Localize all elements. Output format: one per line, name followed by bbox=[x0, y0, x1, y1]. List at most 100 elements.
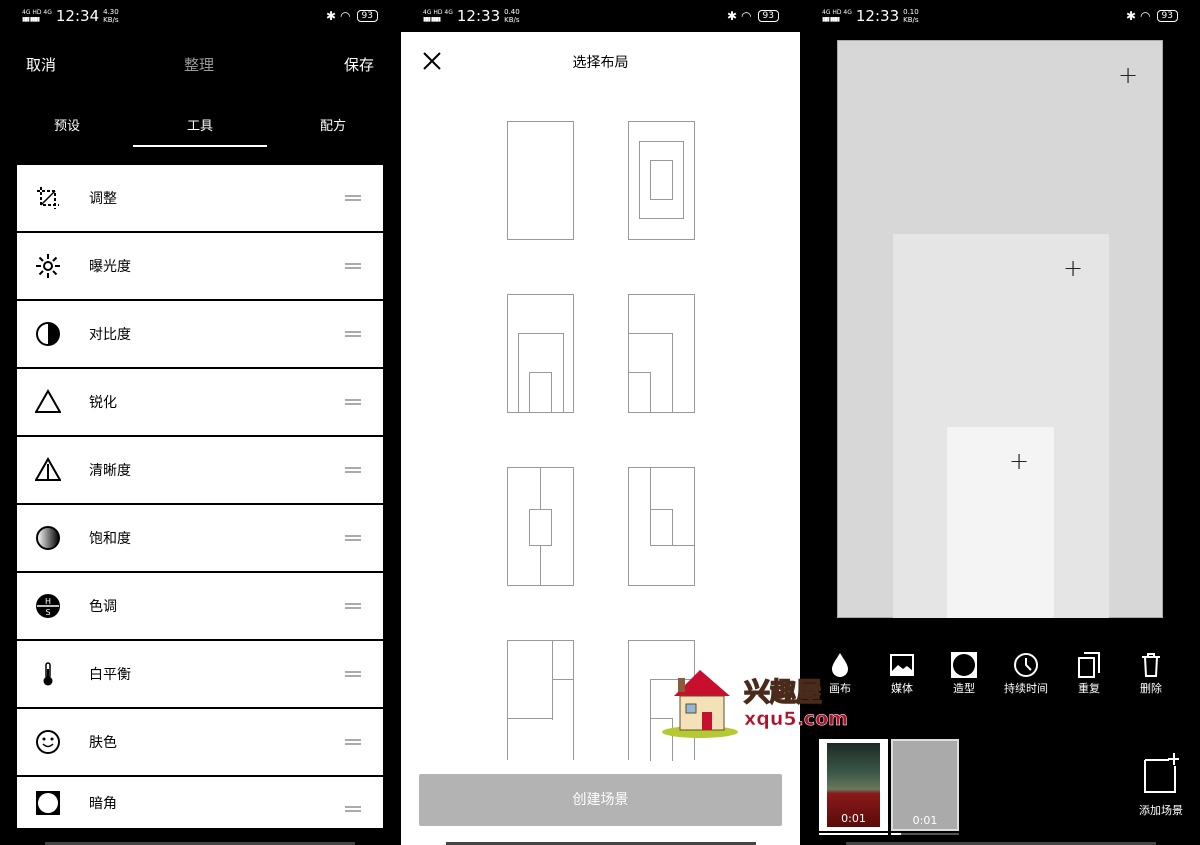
layout-option-split-center[interactable] bbox=[507, 467, 574, 586]
thermometer-icon bbox=[34, 660, 62, 688]
scene-duration: 0:01 bbox=[841, 812, 866, 825]
wifi-icon: ◠ bbox=[741, 9, 752, 23]
trash-icon bbox=[1121, 650, 1181, 680]
scene-canvas[interactable]: + + + bbox=[837, 40, 1163, 618]
tool-label: 白平衡 bbox=[89, 667, 131, 683]
triangle-icon bbox=[34, 388, 62, 416]
toolbar-media[interactable]: 媒体 bbox=[872, 650, 932, 696]
image-icon bbox=[872, 650, 932, 680]
net-speed: 4.30 KB/s bbox=[103, 8, 119, 24]
status-time: 12:33 bbox=[855, 7, 900, 25]
tool-row-adjust[interactable]: 调整 bbox=[17, 165, 383, 231]
active-tab-indicator bbox=[133, 145, 267, 147]
tools-panel: 4G HD 4G ▮▮▮ ▮▮▮▮ 12:34 4.30 KB/s ✱ ◠ 93 取… bbox=[0, 0, 400, 845]
bluetooth-icon: ✱ bbox=[1126, 9, 1137, 23]
shape-icon bbox=[934, 650, 994, 680]
drag-handle-icon[interactable] bbox=[345, 739, 361, 745]
drag-handle-icon[interactable] bbox=[345, 195, 361, 201]
tool-row-exposure[interactable]: 曝光度 bbox=[17, 233, 383, 299]
bluetooth-icon: ✱ bbox=[326, 9, 337, 23]
toolbar-shape[interactable]: 造型 bbox=[934, 650, 994, 696]
layout-option-nested-bottom[interactable] bbox=[507, 294, 574, 413]
wifi-icon: ◠ bbox=[340, 9, 351, 23]
scene-thumbnail-1[interactable]: 0:01 bbox=[819, 739, 888, 831]
tab-presets[interactable]: 预设 bbox=[54, 115, 80, 134]
network-type: 4G HD 4G bbox=[423, 9, 453, 16]
tool-row-white-balance[interactable]: 白平衡 bbox=[17, 641, 383, 707]
add-scene-button[interactable]: 添加场景 bbox=[1131, 752, 1191, 818]
network-type: 4G HD 4G bbox=[822, 9, 852, 16]
add-media-icon[interactable]: + bbox=[1118, 63, 1138, 87]
bluetooth-icon: ✱ bbox=[727, 9, 738, 23]
drag-handle-icon[interactable] bbox=[345, 467, 361, 473]
house-logo-icon bbox=[662, 670, 738, 738]
drag-handle-icon[interactable] bbox=[345, 603, 361, 609]
scene-progress-2 bbox=[891, 833, 959, 835]
status-time: 12:34 bbox=[55, 7, 100, 25]
cancel-button[interactable]: 取消 bbox=[26, 54, 56, 75]
tool-row-skin-tone[interactable]: 肤色 bbox=[17, 709, 383, 775]
watermark-url: xqu5.com bbox=[744, 708, 848, 731]
layout-option-split-corner[interactable] bbox=[628, 467, 695, 586]
tool-label: 色调 bbox=[89, 599, 117, 615]
network-type: 4G HD 4G bbox=[22, 9, 52, 16]
layout-option-nested-center[interactable] bbox=[628, 121, 695, 240]
toolbar-duplicate[interactable]: 重复 bbox=[1059, 650, 1119, 696]
tool-label: 清晰度 bbox=[89, 463, 131, 479]
drag-handle-icon[interactable] bbox=[345, 671, 361, 677]
drag-handle-icon[interactable] bbox=[345, 331, 361, 337]
add-media-icon[interactable]: + bbox=[1009, 449, 1029, 473]
tab-recipes[interactable]: 配方 bbox=[320, 115, 346, 134]
layout-option-nested-corner[interactable] bbox=[628, 294, 695, 413]
scene-duration: 0:01 bbox=[912, 814, 938, 827]
scene-editor-panel: 4G HD 4G ▮▮▮ ▮▮▮▮ 12:33 0.10 KB/s ✱ ◠ 93 +… bbox=[801, 0, 1200, 845]
layout-option-single[interactable] bbox=[507, 121, 574, 240]
clarity-triangle-icon bbox=[34, 456, 62, 484]
toolbar-label: 重复 bbox=[1078, 682, 1100, 695]
watermark-logo: 兴趣屋 xqu5.com bbox=[660, 664, 848, 739]
watermark-name: 兴趣屋 bbox=[743, 677, 823, 709]
vignette-icon bbox=[34, 789, 62, 817]
crop-adjust-icon bbox=[34, 184, 62, 212]
create-scene-button[interactable]: 创建场景 bbox=[419, 774, 782, 826]
status-bar: 4G HD 4G ▮▮▮ ▮▮▮▮ 12:34 4.30 KB/s ✱ ◠ 93 bbox=[22, 6, 378, 26]
hs-icon: HS bbox=[34, 592, 62, 620]
tool-label: 曝光度 bbox=[89, 259, 131, 275]
tool-row-vignette[interactable]: 暗角 bbox=[17, 777, 383, 828]
svg-text:S: S bbox=[45, 608, 50, 617]
drag-handle-icon[interactable] bbox=[345, 806, 361, 812]
status-bar: 4G HD 4G ▮▮▮ ▮▮▮▮ 12:33 0.40 KB/s ✱ ◠ 93 bbox=[423, 6, 779, 26]
tool-row-sharpen[interactable]: 锐化 bbox=[17, 369, 383, 435]
toolbar-duration[interactable]: 持续时间 bbox=[996, 650, 1056, 696]
tool-row-hue[interactable]: H S 色调 bbox=[17, 573, 383, 639]
signal-icon: 4G HD 4G ▮▮▮ ▮▮▮▮ bbox=[822, 9, 852, 23]
layout-frame-middle[interactable]: + + bbox=[893, 234, 1109, 618]
contrast-icon bbox=[34, 320, 62, 348]
tool-row-contrast[interactable]: 对比度 bbox=[17, 301, 383, 367]
tool-row-saturation[interactable]: 饱和度 bbox=[17, 505, 383, 571]
tool-label: 对比度 bbox=[89, 327, 131, 343]
tool-label: 饱和度 bbox=[89, 531, 131, 547]
scene-progress-1 bbox=[819, 833, 888, 835]
status-time: 12:33 bbox=[456, 7, 501, 25]
layout-option-grid-a[interactable] bbox=[507, 640, 574, 760]
signal-icon: 4G HD 4G ▮▮▮ ▮▮▮▮ bbox=[423, 9, 453, 23]
add-media-icon[interactable]: + bbox=[1063, 256, 1083, 280]
layout-frame-inner[interactable]: + bbox=[947, 427, 1054, 618]
page-title: 整理 bbox=[184, 56, 215, 74]
tool-label: 锐化 bbox=[89, 395, 117, 411]
drag-handle-icon[interactable] bbox=[345, 263, 361, 269]
drag-handle-icon[interactable] bbox=[345, 399, 361, 405]
tab-tools[interactable]: 工具 bbox=[187, 115, 213, 134]
toolbar-label: 删除 bbox=[1140, 682, 1162, 695]
toolbar-label: 造型 bbox=[953, 682, 975, 695]
tool-row-clarity[interactable]: 清晰度 bbox=[17, 437, 383, 503]
battery-icon: 93 bbox=[356, 10, 378, 22]
save-button[interactable]: 保存 bbox=[344, 54, 374, 75]
drag-handle-icon[interactable] bbox=[345, 535, 361, 541]
status-bar: 4G HD 4G ▮▮▮ ▮▮▮▮ 12:33 0.10 KB/s ✱ ◠ 93 bbox=[822, 6, 1178, 26]
tool-label: 调整 bbox=[89, 191, 117, 207]
toolbar-delete[interactable]: 删除 bbox=[1121, 650, 1181, 696]
smiley-icon bbox=[34, 728, 62, 756]
scene-thumbnail-2[interactable]: 0:01 bbox=[891, 739, 959, 831]
